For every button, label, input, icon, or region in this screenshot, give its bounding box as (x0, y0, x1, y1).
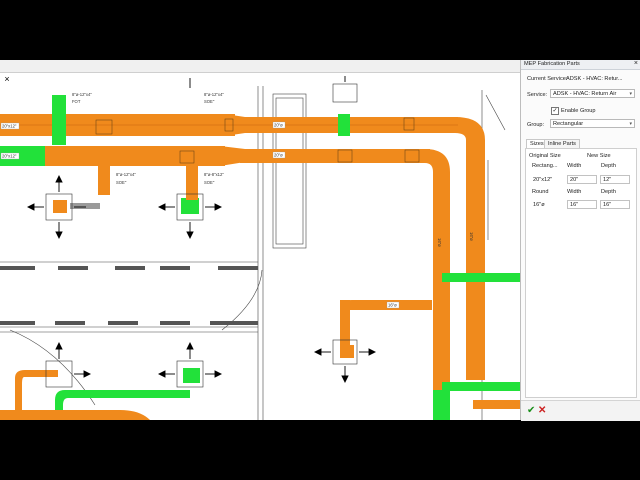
svg-text:8"ø-12"x4": 8"ø-12"x4" (204, 92, 224, 97)
svg-text:SOE": SOE" (116, 180, 127, 185)
svg-text:20"x12": 20"x12" (2, 154, 17, 159)
cancel-x-icon[interactable]: ✕ (538, 405, 546, 416)
svg-text:FOT: FOT (72, 99, 81, 104)
rect-width-input[interactable]: 20" (567, 175, 597, 184)
rectangular-label: Rectang... (532, 163, 558, 169)
svg-text:16"ø: 16"ø (437, 238, 442, 247)
current-service-label: Current Service: (527, 76, 568, 82)
new-size-header: New Size (587, 153, 611, 159)
original-size-header: Original Size (529, 153, 561, 159)
panel-titlebar: MEP Fabrication Parts × (521, 60, 640, 70)
svg-text:SOE": SOE" (204, 180, 215, 185)
panel-close-icon[interactable]: × (634, 60, 638, 67)
enable-group-label: Enable Group (561, 108, 596, 114)
duct-drawing[interactable]: 20"x12" 20"x12" 8"ø-12"x4" FOT 8"ø-12"x4… (0, 72, 522, 420)
svg-text:16"ø: 16"ø (388, 303, 397, 308)
svg-text:SOE": SOE" (204, 99, 215, 104)
panel-footer: ✔ ✕ (521, 400, 640, 421)
round-depth-header: Depth (601, 189, 616, 195)
wall-segments (0, 266, 258, 325)
walls (0, 86, 506, 420)
group-select-value: Rectangular (553, 121, 584, 127)
tab-inline-parts[interactable]: Inline Parts (544, 139, 580, 148)
mep-fabrication-parts-panel: MEP Fabrication Parts × Current Service:… (520, 60, 640, 421)
svg-text:20"x12": 20"x12" (2, 124, 17, 129)
svg-text:8"ø-12"x4": 8"ø-12"x4" (72, 92, 92, 97)
round-width-header: Width (567, 189, 582, 195)
svg-text:8"ø-8"x12": 8"ø-8"x12" (204, 172, 224, 177)
service-select[interactable]: ADSK - HVAC: Return Air ▾ (550, 89, 635, 98)
group-label: Group: (527, 122, 545, 128)
sizes-tab-content (525, 148, 637, 398)
enable-group-checkbox[interactable]: ✓ (551, 107, 559, 115)
group-select[interactable]: Rectangular ▾ (550, 119, 635, 128)
orange-duct-trunk-2[interactable] (0, 146, 450, 420)
chevron-down-icon: ▾ (629, 91, 632, 97)
service-label: Service: (527, 92, 548, 98)
svg-text:20"ø: 20"ø (274, 123, 283, 128)
current-service-value: ADSK - HVAC: Retur... (566, 76, 623, 82)
round-depth-input[interactable]: 16" (600, 200, 630, 209)
chevron-down-icon: ▾ (629, 121, 632, 127)
round-original-size: 16"ø (533, 202, 545, 208)
service-select-value: ADSK - HVAC: Return Air (553, 91, 617, 97)
apply-check-icon[interactable]: ✔ (527, 405, 535, 416)
panel-title: MEP Fabrication Parts (524, 61, 580, 67)
round-label: Round (532, 189, 549, 195)
svg-text:8"ø-12"x4": 8"ø-12"x4" (116, 172, 136, 177)
svg-text:16"ø: 16"ø (469, 232, 474, 241)
rect-depth-header: Depth (601, 163, 616, 169)
round-width-input[interactable]: 16" (567, 200, 597, 209)
rect-depth-input[interactable]: 12" (600, 175, 630, 184)
svg-text:20"ø: 20"ø (274, 153, 283, 158)
rect-original-size: 20"x12" (533, 177, 553, 183)
rect-width-header: Width (567, 163, 582, 169)
